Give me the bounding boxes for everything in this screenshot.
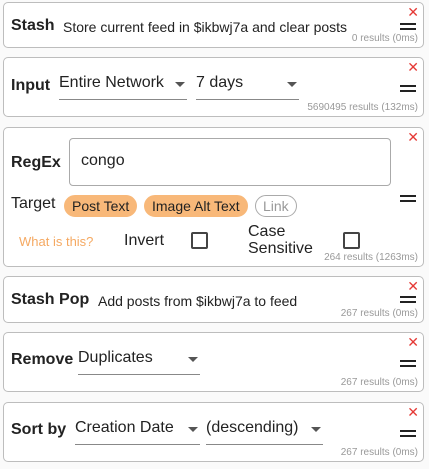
- chevron-down-icon: [188, 427, 198, 432]
- close-icon[interactable]: ✕: [407, 60, 419, 74]
- sort-results: 267 results (0ms): [340, 447, 418, 458]
- stash-pop-description: Add posts from $ikbwj7a to feed: [98, 293, 298, 309]
- chip-link[interactable]: Link: [255, 195, 297, 217]
- range-select[interactable]: 7 days: [196, 70, 299, 100]
- stash-pop-card: Stash Pop Add posts from $ikbwj7a to fee…: [3, 276, 424, 323]
- close-icon[interactable]: ✕: [407, 5, 419, 19]
- target-label: Target: [11, 195, 56, 212]
- source-select[interactable]: Entire Network: [59, 70, 187, 100]
- sort-order-select[interactable]: (descending): [206, 415, 323, 445]
- regex-card: RegEx congo Target Post Text Image Alt T…: [3, 127, 424, 267]
- close-icon[interactable]: ✕: [407, 279, 419, 293]
- chevron-down-icon: [175, 82, 185, 87]
- range-select-value: 7 days: [196, 74, 244, 91]
- stash-card: Stash Store current feed in $ikbwj7a and…: [3, 2, 424, 48]
- stash-results: 0 results (0ms): [351, 33, 418, 44]
- chip-image-alt-text[interactable]: Image Alt Text: [144, 195, 248, 217]
- close-icon[interactable]: ✕: [407, 405, 419, 419]
- remove-select-value: Duplicates: [78, 349, 153, 366]
- chevron-down-icon: [287, 82, 297, 87]
- stash-description: Store current feed in $ikbwj7a and clear…: [63, 19, 348, 35]
- drag-handle-icon[interactable]: [400, 430, 416, 437]
- input-title: Input: [11, 77, 51, 94]
- input-results: 5690495 results (132ms): [307, 102, 418, 113]
- sort-title: Sort by: [11, 421, 67, 438]
- remove-results: 267 results (0ms): [340, 377, 418, 388]
- remove-select[interactable]: Duplicates: [78, 345, 200, 375]
- drag-handle-icon[interactable]: [400, 360, 416, 367]
- invert-label: Invert: [124, 232, 165, 249]
- what-is-this-link[interactable]: What is this?: [19, 234, 93, 249]
- invert-checkbox[interactable]: [191, 232, 208, 249]
- drag-handle-icon[interactable]: [400, 85, 416, 92]
- close-icon[interactable]: ✕: [407, 335, 419, 349]
- drag-handle-icon[interactable]: [400, 195, 416, 202]
- stash-pop-results: 267 results (0ms): [340, 308, 418, 319]
- sort-card: Sort by Creation Date (descending) ✕ 267…: [3, 402, 424, 462]
- drag-handle-icon[interactable]: [400, 296, 416, 303]
- chevron-down-icon: [311, 427, 321, 432]
- sort-order-value: (descending): [206, 419, 299, 436]
- regex-title: RegEx: [11, 154, 61, 171]
- chevron-down-icon: [188, 357, 198, 362]
- case-sensitive-label-line2: Sensitive: [248, 240, 313, 257]
- sort-field-select[interactable]: Creation Date: [75, 415, 200, 445]
- remove-title: Remove: [11, 351, 74, 368]
- drag-handle-icon[interactable]: [400, 23, 416, 30]
- sort-field-value: Creation Date: [75, 419, 174, 436]
- case-sensitive-label-line1: Case: [248, 223, 286, 240]
- regex-pattern-input[interactable]: congo: [69, 138, 391, 186]
- remove-card: Remove Duplicates ✕ 267 results (0ms): [3, 332, 424, 392]
- input-card: Input Entire Network 7 days ✕ 5690495 re…: [3, 57, 424, 117]
- stash-pop-title: Stash Pop: [11, 291, 90, 308]
- source-select-value: Entire Network: [59, 74, 164, 91]
- regex-results: 264 results (1263ms): [324, 252, 418, 263]
- case-sensitive-checkbox[interactable]: [343, 232, 360, 249]
- stash-title: Stash: [11, 17, 55, 34]
- close-icon[interactable]: ✕: [407, 130, 419, 144]
- chip-post-text[interactable]: Post Text: [64, 195, 138, 217]
